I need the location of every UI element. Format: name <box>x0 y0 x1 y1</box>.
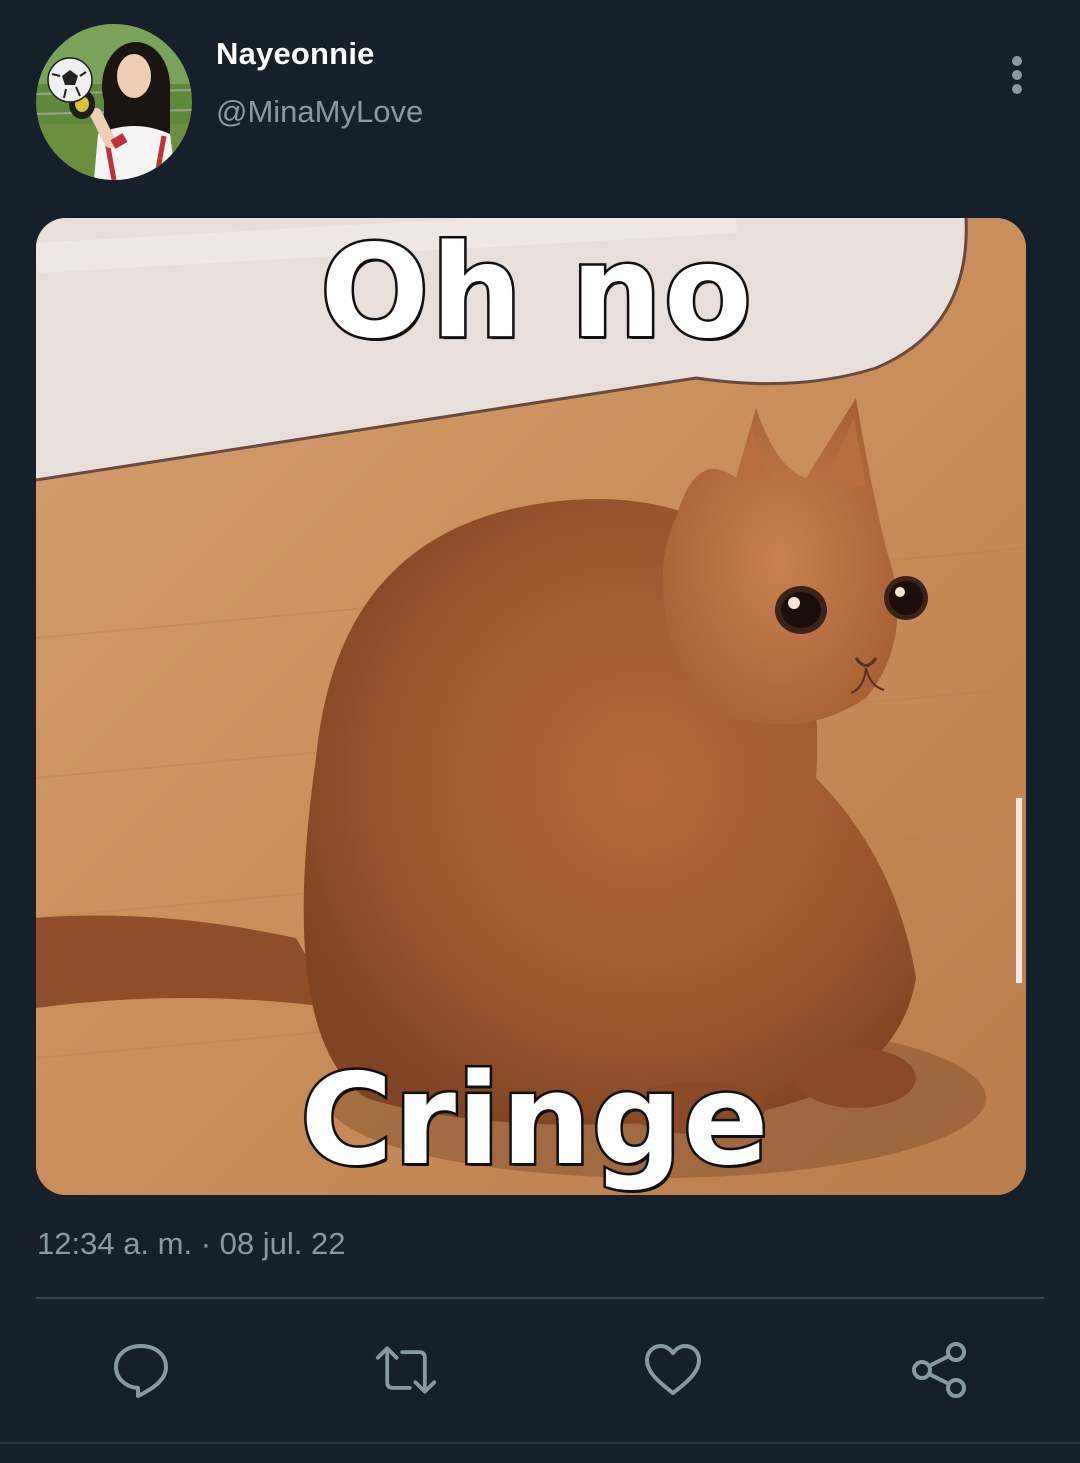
retweet-icon <box>375 1346 437 1394</box>
tweet-timestamp[interactable]: 12:34 a. m. · 08 jul. 22 <box>37 1226 345 1262</box>
divider <box>36 1297 1044 1299</box>
heart-icon <box>645 1344 701 1395</box>
like-button[interactable] <box>641 1338 705 1402</box>
retweet-button[interactable] <box>374 1338 438 1402</box>
more-vertical-icon <box>1012 56 1022 94</box>
meme-caption-bottom: Cringe <box>298 1044 771 1196</box>
more-options-button[interactable] <box>996 50 1038 100</box>
share-icon <box>912 1342 966 1398</box>
display-name[interactable]: Nayeonnie <box>216 36 375 72</box>
avatar[interactable] <box>36 24 192 180</box>
reply-button[interactable] <box>109 1338 173 1402</box>
meme-caption-top: Oh no <box>318 218 755 370</box>
comment-icon <box>114 1344 168 1398</box>
tweet-detail: Nayeonnie @MinaMyLove Oh no Cringe 12:34… <box>0 0 1080 1463</box>
share-button[interactable] <box>908 1338 972 1402</box>
tweet-media-image[interactable]: Oh no Cringe <box>36 218 1026 1195</box>
user-handle[interactable]: @MinaMyLove <box>216 94 423 130</box>
bottom-divider <box>0 1442 1080 1444</box>
avatar-image <box>36 24 192 180</box>
